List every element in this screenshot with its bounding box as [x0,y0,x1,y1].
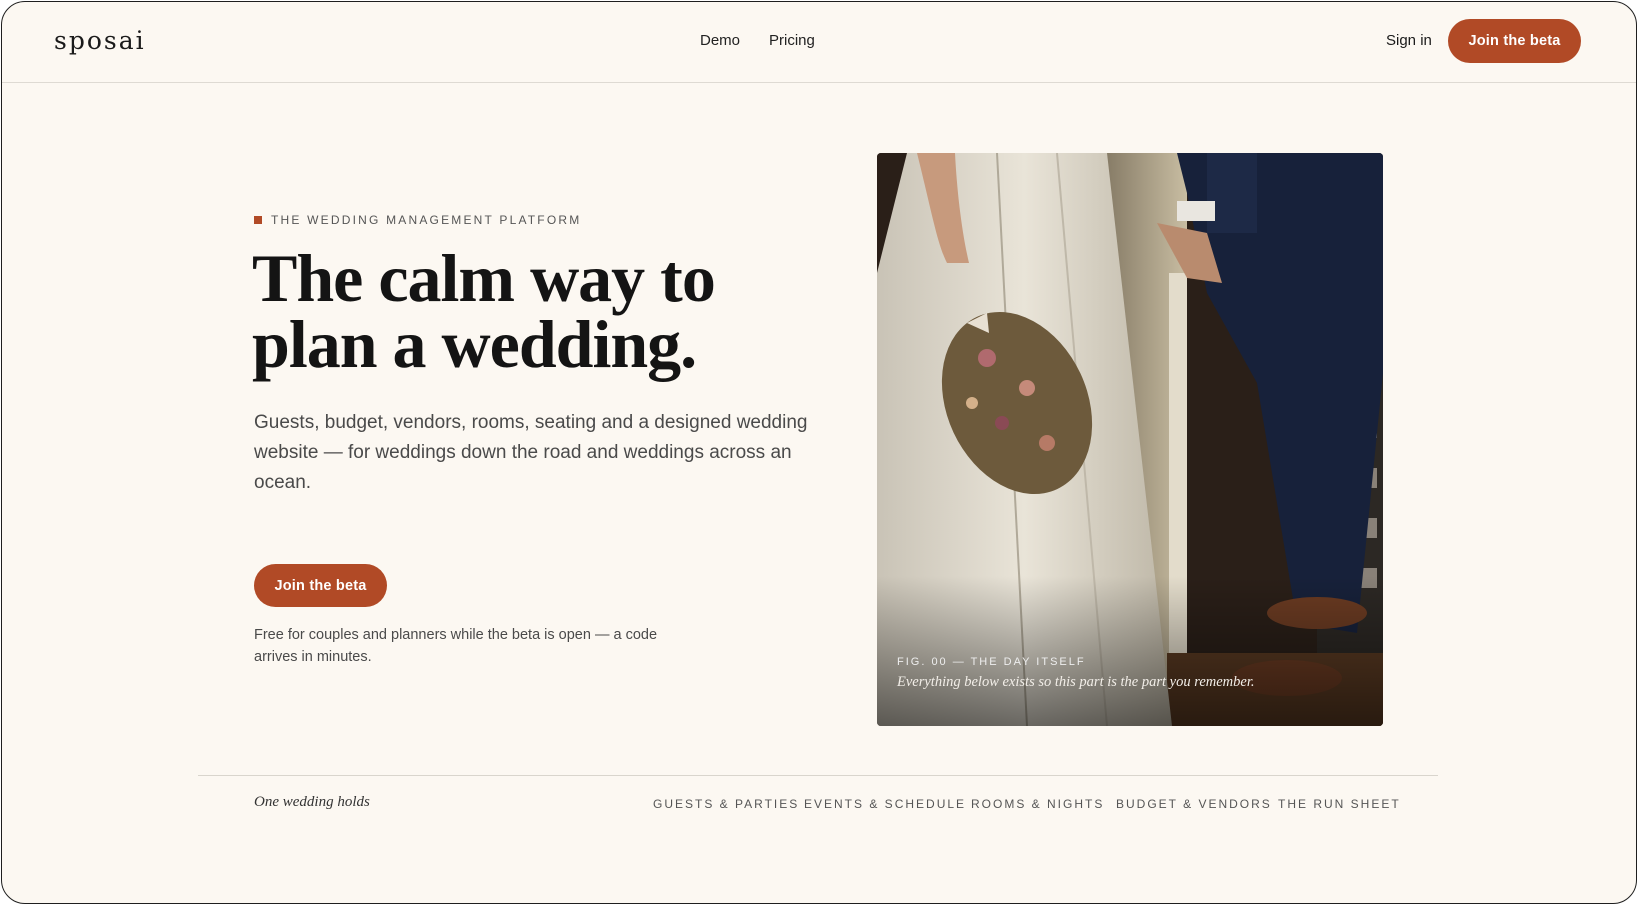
page-frame: sposai Demo Pricing Sign in Join the bet… [1,1,1637,904]
feature-rooms-nights: ROOMS & NIGHTS [971,797,1105,811]
sign-in-link[interactable]: Sign in [1386,32,1432,49]
site-header: sposai Demo Pricing Sign in Join the bet… [2,2,1636,83]
logo[interactable]: sposai [54,26,146,55]
hero-photo: FIG. 00 — THE DAY ITSELF Everything belo… [877,153,1383,726]
eyebrow: THE WEDDING MANAGEMENT PLATFORM [254,213,581,227]
feature-budget-vendors: BUDGET & VENDORS [1116,797,1272,811]
feature-guests-parties: GUESTS & PARTIES [653,797,800,811]
headline-line-2: plan a wedding. [252,306,697,382]
nav-pricing-link[interactable]: Pricing [769,32,815,49]
feature-run-sheet: THE RUN SHEET [1278,797,1401,811]
hero-note: Free for couples and planners while the … [254,627,658,665]
section-divider [198,775,1438,776]
square-bullet-icon [254,216,262,224]
caption-gradient [877,576,1383,726]
hero-subhead: Guests, budget, vendors, rooms, seating … [254,412,808,493]
hero-headline: The calm way to plan a wedding. [252,244,812,378]
feature-events-schedule: EVENTS & SCHEDULE [804,797,967,811]
headline-line-1: The calm way to [252,240,716,316]
figure-label: FIG. 00 — THE DAY ITSELF [897,656,1086,668]
nav-demo-link[interactable]: Demo [700,32,740,49]
figure-caption: Everything below exists so this part is … [897,674,1255,690]
join-beta-hero-button[interactable]: Join the beta [254,564,387,607]
join-beta-header-button[interactable]: Join the beta [1448,19,1581,63]
eyebrow-text: THE WEDDING MANAGEMENT PLATFORM [271,213,582,227]
strip-intro: One wedding holds [254,794,370,810]
